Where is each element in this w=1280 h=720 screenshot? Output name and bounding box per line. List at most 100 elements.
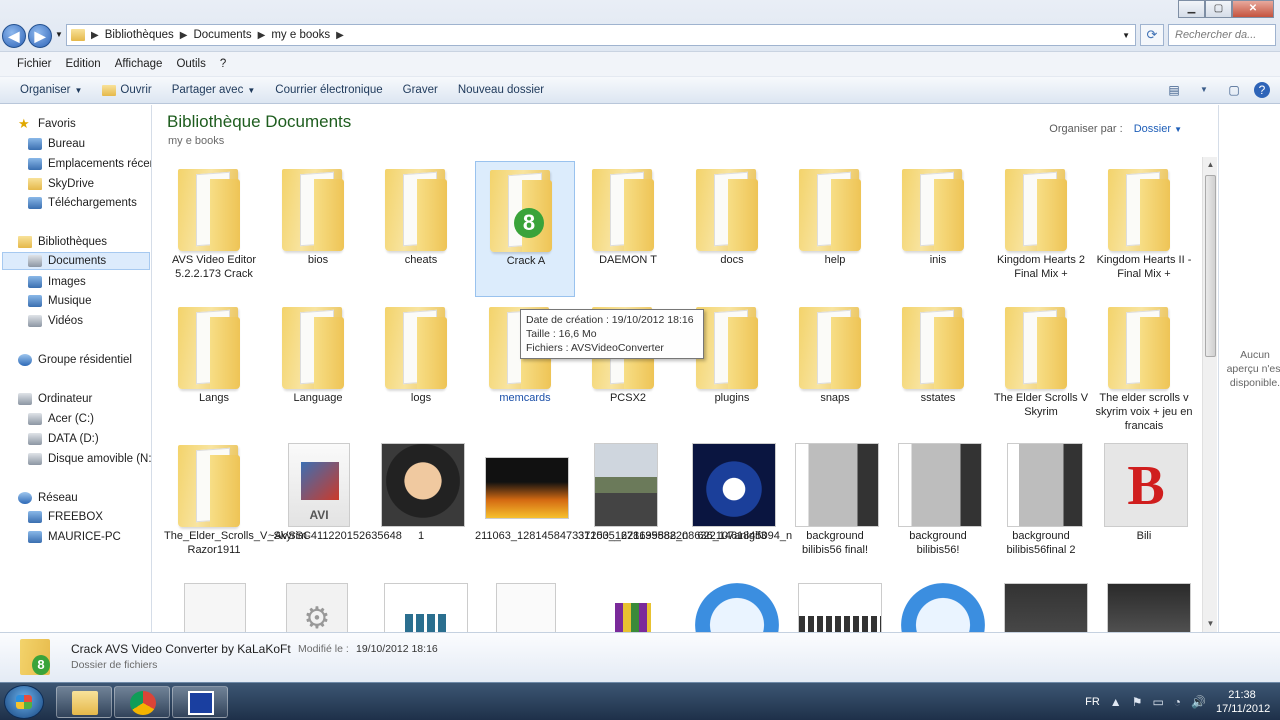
folder-item[interactable]: AVS Video Editor 5.2.2.173 Crack <box>164 161 264 296</box>
menu-affichage[interactable]: Affichage <box>108 58 170 70</box>
network-icon[interactable]: ◔ <box>1174 695 1181 709</box>
folder-item[interactable]: sstates <box>888 299 988 434</box>
battery-icon[interactable]: ▭ <box>1152 695 1163 709</box>
folder-item[interactable]: The Elder Scrolls V Skyrim <box>991 299 1091 434</box>
address-dropdown-icon[interactable]: ▼ <box>1122 31 1130 40</box>
file-item[interactable] <box>994 577 1094 632</box>
history-dropdown-icon[interactable]: ▼ <box>55 30 63 39</box>
preview-pane-icon[interactable]: ▢ <box>1224 81 1244 99</box>
breadcrumb[interactable]: ▶ Bibliothèques ▶ Documents ▶ my e books… <box>66 24 1136 46</box>
help-icon[interactable]: ? <box>1254 82 1270 98</box>
taskbar-chrome-button[interactable] <box>114 686 170 718</box>
file-item[interactable]: ⚙ <box>272 577 372 632</box>
ouvrir-button[interactable]: Ouvrir <box>92 84 161 96</box>
graver-button[interactable]: Graver <box>393 84 448 96</box>
language-indicator[interactable]: FR <box>1085 696 1100 708</box>
file-item[interactable] <box>581 577 681 632</box>
clock[interactable]: 21:38 17/11/2012 <box>1216 688 1270 716</box>
chevron-right-icon[interactable]: ▶ <box>180 30 188 41</box>
nav-documents[interactable]: Documents <box>2 252 150 270</box>
nav-musique[interactable]: Musique <box>28 292 151 310</box>
image-item[interactable]: B Bili <box>1094 437 1194 572</box>
nav-telechargements[interactable]: Téléchargements <box>28 194 151 212</box>
folder-item[interactable]: snaps <box>785 299 885 434</box>
start-button[interactable] <box>4 685 44 719</box>
image-item[interactable]: background bilibis56! <box>888 437 988 572</box>
nav-videos[interactable]: Vidéos <box>28 312 151 330</box>
minimize-button[interactable]: ▁ <box>1178 0 1205 18</box>
breadcrumb-item-bibliotheques[interactable]: Bibliothèques <box>105 29 174 41</box>
partager-button[interactable]: Partager avec ▼ <box>162 84 266 96</box>
back-arrow-icon[interactable]: ◀ <box>2 24 26 48</box>
refresh-icon[interactable]: ⟳ <box>1140 24 1164 46</box>
menu-outils[interactable]: Outils <box>169 58 212 70</box>
folder-item[interactable]: bios <box>268 161 368 296</box>
maximize-button[interactable]: ▢ <box>1205 0 1232 18</box>
forward-arrow-icon[interactable]: ▶ <box>28 24 52 48</box>
chevron-right-icon[interactable]: ▶ <box>258 30 266 41</box>
taskbar-app-button[interactable] <box>172 686 228 718</box>
view-mode-icon[interactable]: ▤ <box>1164 81 1184 99</box>
folder-item[interactable]: Kingdom Hearts 2 Final Mix + <box>991 161 1091 296</box>
nav-disque[interactable]: Disque amovible (N: <box>28 450 151 468</box>
folder-item-selected[interactable]: 8 Crack A <box>475 161 575 297</box>
courrier-button[interactable]: Courrier électronique <box>265 84 392 96</box>
folder-item[interactable]: logs <box>371 299 471 434</box>
image-item[interactable]: background bilibis56final 2 <box>991 437 1091 572</box>
scrollbar-thumb[interactable] <box>1205 175 1216 357</box>
nav-data[interactable]: DATA (D:) <box>28 430 151 448</box>
menu-fichier[interactable]: Fichier <box>10 58 59 70</box>
nav-images[interactable]: Images <box>28 273 151 291</box>
image-item[interactable]: 211063_128145847337150_1621699888_n <box>475 437 688 572</box>
image-item[interactable]: background bilibis56 final! <box>785 437 885 572</box>
nav-reseau[interactable]: Réseau <box>18 489 151 507</box>
nav-freebox[interactable]: FREEBOX <box>28 508 151 526</box>
folder-item[interactable]: Kingdom Hearts II - Final Mix + <box>1094 161 1194 296</box>
menu-edition[interactable]: Edition <box>59 58 108 70</box>
folder-item[interactable]: Language <box>268 299 368 434</box>
nav-ordinateur[interactable]: Ordinateur <box>18 390 151 408</box>
search-input[interactable]: Rechercher da... <box>1168 24 1276 46</box>
file-item[interactable] <box>685 577 785 632</box>
nav-acer[interactable]: Acer (C:) <box>28 410 151 428</box>
scroll-down-icon[interactable]: ▼ <box>1203 616 1218 632</box>
file-item[interactable] <box>374 577 474 632</box>
tray-expand-icon[interactable]: ▲ <box>1110 695 1122 709</box>
file-item[interactable] <box>1097 577 1197 632</box>
nav-groupe[interactable]: Groupe résidentiel <box>18 351 151 369</box>
folder-item[interactable]: cheats <box>371 161 471 296</box>
nav-favoris[interactable]: ★ Favoris <box>18 115 151 133</box>
folder-item[interactable]: The_Elder_Scrolls_V_Skyrim-Razor1911 <box>164 437 311 572</box>
nav-bureau[interactable]: Bureau <box>28 135 151 153</box>
taskbar-explorer-button[interactable] <box>56 686 112 718</box>
flag-icon[interactable]: ⚑ <box>1132 695 1143 709</box>
nav-emplacements[interactable]: Emplacements récer <box>28 155 151 173</box>
file-item[interactable] <box>478 577 578 632</box>
file-item[interactable]: AVI ~AVSSC411220152635648 <box>268 437 402 572</box>
vertical-scrollbar[interactable]: ▲ ▼ <box>1202 157 1217 632</box>
image-item[interactable]: 1 <box>371 437 471 572</box>
scroll-up-icon[interactable]: ▲ <box>1203 157 1218 173</box>
folder-item[interactable]: Langs <box>164 299 264 434</box>
nav-bibliotheques[interactable]: Bibliothèques <box>18 233 151 251</box>
image-item[interactable]: 622107anigif3 <box>682 437 782 572</box>
nav-skydrive[interactable]: SkyDrive <box>28 175 151 193</box>
file-item[interactable] <box>891 577 991 632</box>
volume-icon[interactable]: 🔊 <box>1191 695 1206 709</box>
nouveau-dossier-button[interactable]: Nouveau dossier <box>448 84 554 96</box>
close-button[interactable]: ✕ <box>1232 0 1274 18</box>
organiser-button[interactable]: Organiser ▼ <box>10 84 92 96</box>
folder-item[interactable]: help <box>785 161 885 296</box>
folder-item[interactable]: docs <box>682 161 782 296</box>
breadcrumb-item-documents[interactable]: Documents <box>193 29 251 41</box>
folder-item[interactable]: DAEMON T <box>578 161 678 296</box>
folder-item[interactable]: inis <box>888 161 988 296</box>
chevron-right-icon[interactable]: ▶ <box>336 30 344 41</box>
file-item[interactable] <box>788 577 888 632</box>
nav-maurice[interactable]: MAURICE-PC <box>28 528 151 546</box>
arrange-dropdown[interactable]: Dossier ▼ <box>1134 123 1182 135</box>
folder-item[interactable]: The elder scrolls v skyrim voix + jeu en… <box>1094 299 1194 434</box>
breadcrumb-item-my-e-books[interactable]: my e books <box>271 29 330 41</box>
menu-help[interactable]: ? <box>213 58 233 70</box>
chevron-down-icon[interactable]: ▼ <box>1194 81 1214 99</box>
